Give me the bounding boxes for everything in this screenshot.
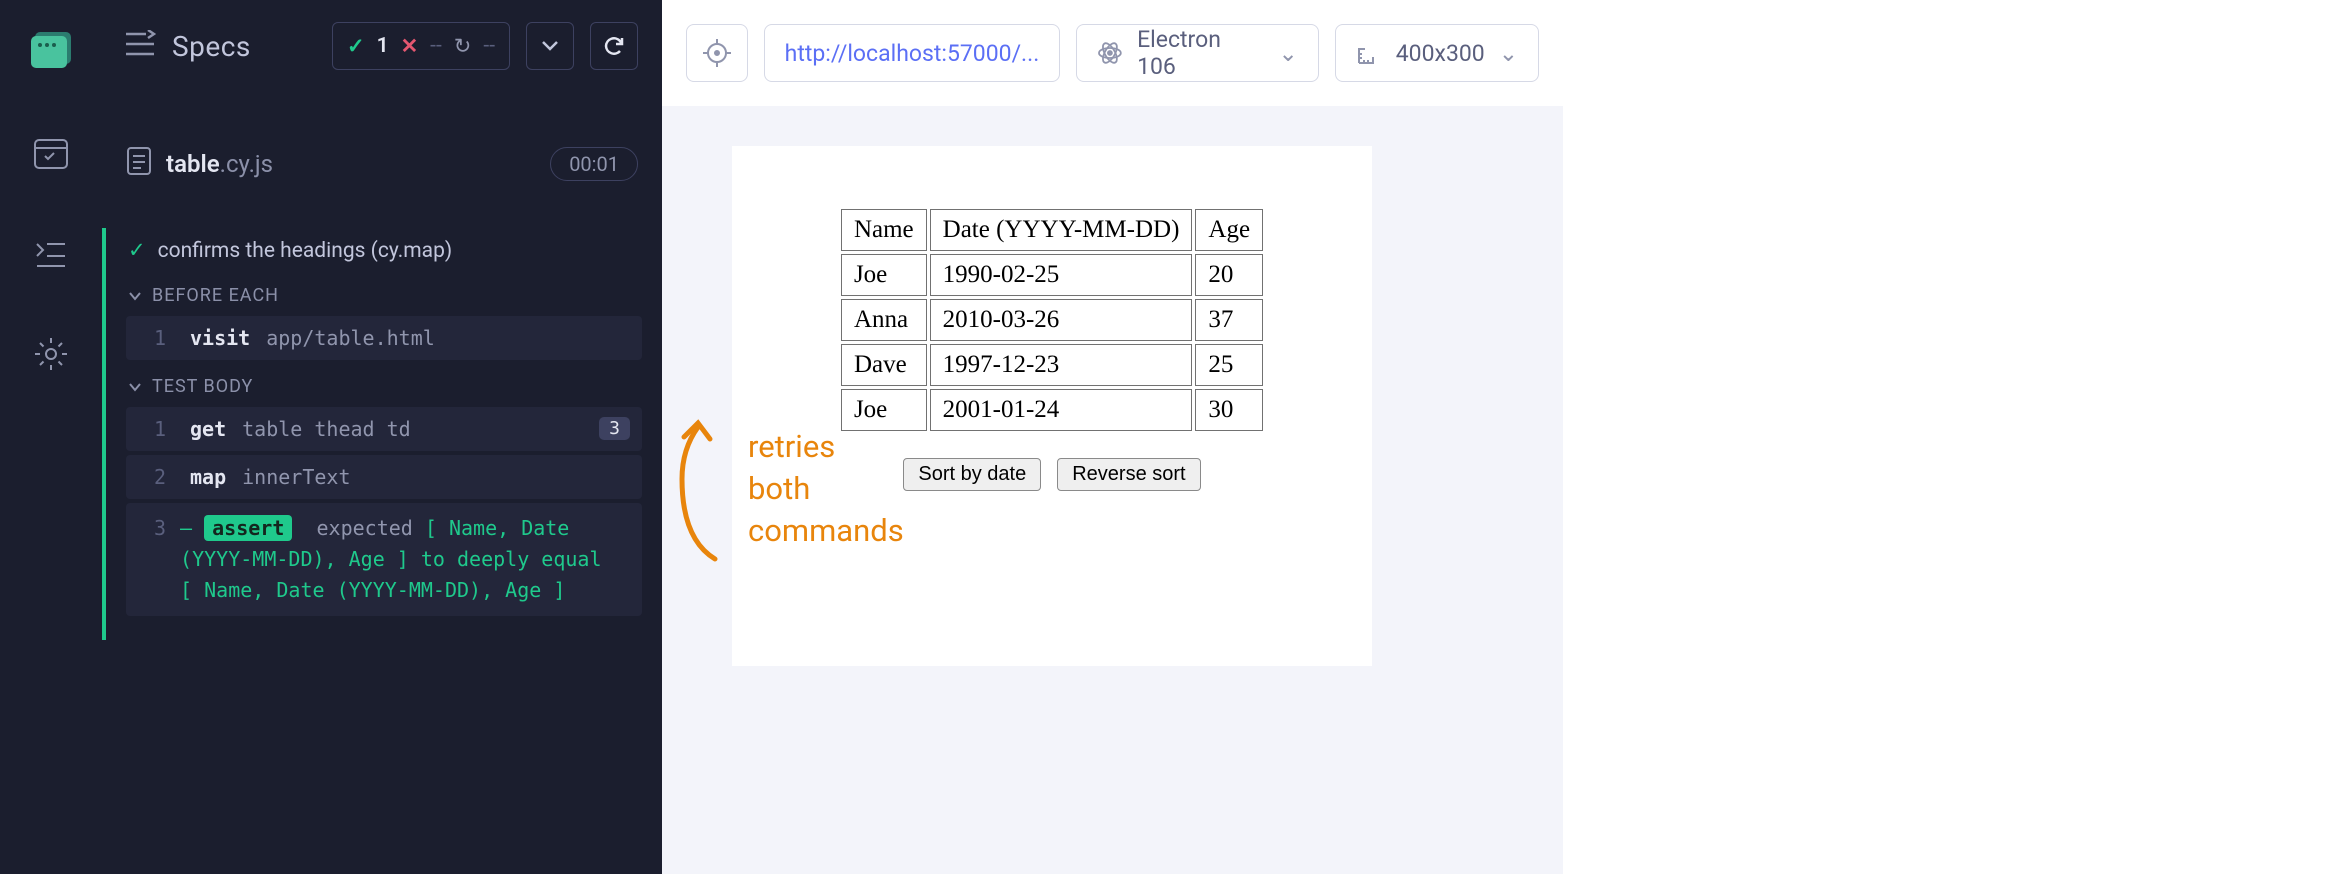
- specs-title: Specs: [172, 30, 316, 63]
- settings-gear-icon[interactable]: [31, 334, 71, 374]
- spec-file-ext: .cy.js: [220, 150, 273, 178]
- pending-count: --: [483, 34, 495, 58]
- spec-file-row[interactable]: table.cy.js 00:01: [102, 130, 662, 198]
- table-row: Dave1997-12-2325: [841, 344, 1263, 386]
- aut-iframe: NameDate (YYYY-MM-DD)Age Joe1990-02-2520…: [732, 146, 1372, 666]
- next-button[interactable]: [526, 22, 574, 70]
- table-row: Anna2010-03-2637: [841, 299, 1263, 341]
- pending-icon: ↻: [454, 34, 472, 59]
- test-stats: ✓ 1 ✕ -- ↻ --: [332, 22, 510, 70]
- table-row: Joe2001-01-2430: [841, 389, 1263, 431]
- check-icon: ✓: [128, 238, 146, 263]
- restart-button[interactable]: [590, 22, 638, 70]
- url-bar[interactable]: http://localhost:57000/...: [764, 24, 1061, 82]
- viewport-selector[interactable]: 400x300 ⌄: [1335, 24, 1539, 82]
- file-icon: [126, 146, 152, 182]
- sidebar: [0, 0, 102, 874]
- specs-menu-icon[interactable]: [126, 30, 156, 62]
- aut-url: http://localhost:57000/...: [785, 40, 1040, 67]
- failed-count: --: [430, 34, 442, 58]
- reporter-panel: Specs ✓ 1 ✕ -- ↻ -- table.cy.js 00:01: [102, 0, 662, 874]
- table-header: Name: [841, 209, 927, 251]
- spec-explorer-icon[interactable]: [31, 134, 71, 174]
- data-table: NameDate (YYYY-MM-DD)Age Joe1990-02-2520…: [838, 206, 1266, 434]
- before-each-header[interactable]: BEFORE EACH: [106, 273, 662, 312]
- test-title: confirms the headings (cy.map): [158, 239, 453, 263]
- test-title-row[interactable]: ✓ confirms the headings (cy.map): [106, 228, 662, 273]
- chevron-down-icon: ⌄: [1499, 40, 1518, 67]
- test-body-header[interactable]: TEST BODY: [106, 364, 662, 403]
- selector-playground-button[interactable]: [686, 24, 748, 82]
- element-count-badge: 3: [599, 417, 630, 440]
- electron-icon: [1097, 40, 1123, 66]
- elapsed-time: 00:01: [550, 147, 638, 181]
- check-icon: ✓: [347, 34, 365, 59]
- log-get[interactable]: 1 get table thead td 3: [126, 407, 642, 451]
- ruler-icon: [1356, 40, 1382, 66]
- log-assert[interactable]: 3 — assert expected [ Name, Date (YYYY-M…: [126, 503, 642, 616]
- table-header: Age: [1195, 209, 1263, 251]
- log-map[interactable]: 2 map innerText: [126, 455, 642, 499]
- runs-icon[interactable]: [31, 234, 71, 274]
- cypress-logo-icon: [27, 32, 75, 74]
- x-icon: ✕: [401, 34, 419, 59]
- passed-count: 1: [377, 34, 389, 58]
- sort-by-date-button[interactable]: Sort by date: [903, 458, 1041, 491]
- chevron-down-icon: ⌄: [1278, 40, 1297, 67]
- spec-file-name: table: [166, 150, 220, 178]
- reverse-sort-button[interactable]: Reverse sort: [1057, 458, 1200, 491]
- preview-panel: http://localhost:57000/... Electron 106 …: [662, 0, 1563, 874]
- table-row: Joe1990-02-2520: [841, 254, 1263, 296]
- table-header: Date (YYYY-MM-DD): [930, 209, 1193, 251]
- test-block: ✓ confirms the headings (cy.map) BEFORE …: [102, 228, 662, 640]
- browser-selector[interactable]: Electron 106 ⌄: [1076, 24, 1318, 82]
- aut-topbar: http://localhost:57000/... Electron 106 …: [662, 0, 1563, 106]
- log-visit[interactable]: 1 visit app/table.html: [126, 316, 642, 360]
